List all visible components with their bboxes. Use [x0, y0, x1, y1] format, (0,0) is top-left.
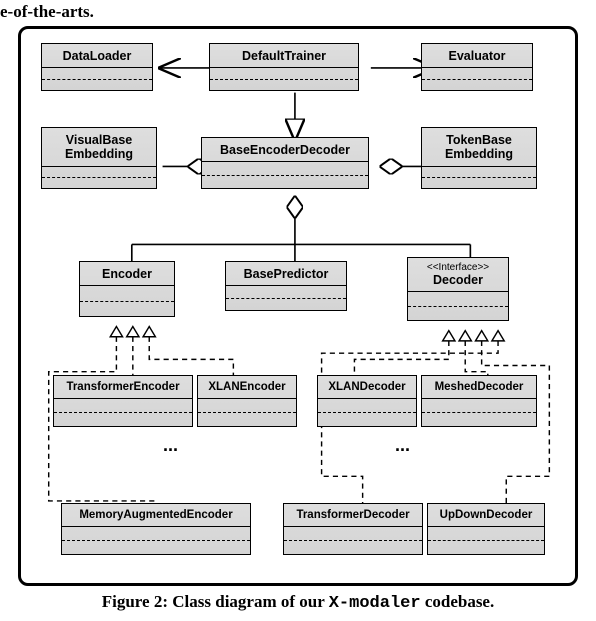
compartment: [428, 541, 544, 554]
class-dataloader: DataLoader: [41, 43, 153, 91]
class-transformerdecoder: TransformerDecoder: [283, 503, 423, 555]
compartment: [42, 68, 152, 79]
class-title: TokenBase Embedding: [422, 128, 536, 167]
caption-suffix: codebase.: [421, 592, 495, 611]
compartment: [284, 527, 422, 541]
compartment: [42, 167, 156, 178]
compartment: [42, 80, 152, 90]
class-title: Evaluator: [422, 44, 532, 68]
class-title: MeshedDecoder: [422, 376, 536, 399]
compartment: [202, 176, 368, 188]
compartment: [422, 80, 532, 90]
stereotype-label: <<Interface>>: [414, 263, 502, 273]
compartment: [226, 286, 346, 298]
class-baseencoderdecoder: BaseEncoderDecoder: [201, 137, 369, 189]
class-title: MemoryAugmentedEncoder: [62, 504, 250, 527]
class-title: DefaultTrainer: [210, 44, 358, 68]
compartment: [428, 527, 544, 541]
compartment: [202, 162, 368, 175]
class-evaluator: Evaluator: [421, 43, 533, 91]
diagram-frame: DataLoader DefaultTrainer Evaluator Visu…: [18, 26, 578, 586]
compartment: [198, 413, 296, 426]
compartment: [422, 167, 536, 178]
compartment: [318, 399, 416, 413]
class-encoder: Encoder: [79, 261, 175, 317]
compartment: [422, 178, 536, 188]
class-title: BasePredictor: [226, 262, 346, 286]
compartment: [422, 68, 532, 79]
class-title: XLANEncoder: [198, 376, 296, 399]
class-visualbaseembedding: VisualBase Embedding: [41, 127, 157, 189]
class-defaulttrainer: DefaultTrainer: [209, 43, 359, 91]
class-title: VisualBase Embedding: [42, 128, 156, 167]
compartment: [284, 541, 422, 554]
class-decoder: <<Interface>> Decoder: [407, 257, 509, 321]
compartment: [80, 286, 174, 301]
class-title: UpDownDecoder: [428, 504, 544, 527]
compartment: [408, 292, 508, 306]
class-memoryaugmentedencoder: MemoryAugmentedEncoder: [61, 503, 251, 555]
ellipsis-right: ...: [395, 435, 410, 456]
compartment: [42, 178, 156, 188]
compartment: [198, 399, 296, 413]
caption-prefix: Figure 2: Class diagram of our: [102, 592, 329, 611]
class-title: TransformerDecoder: [284, 504, 422, 527]
compartment: [210, 68, 358, 79]
class-title: Encoder: [80, 262, 174, 286]
caption-code: X-modaler: [329, 594, 421, 613]
compartment: [210, 80, 358, 90]
compartment: [422, 413, 536, 426]
class-updowndecoder: UpDownDecoder: [427, 503, 545, 555]
class-title: DataLoader: [42, 44, 152, 68]
compartment: [54, 399, 192, 413]
class-xlandecoder: XLANDecoder: [317, 375, 417, 427]
class-title: TransformerEncoder: [54, 376, 192, 399]
ellipsis-left: ...: [163, 435, 178, 456]
decoder-name: Decoder: [433, 273, 483, 287]
class-title: XLANDecoder: [318, 376, 416, 399]
compartment: [318, 413, 416, 426]
compartment: [422, 399, 536, 413]
class-basepredictor: BasePredictor: [225, 261, 347, 311]
class-mesheddecoder: MeshedDecoder: [421, 375, 537, 427]
class-xlanencoder: XLANEncoder: [197, 375, 297, 427]
partial-top-text: e-of-the-arts.: [0, 0, 596, 26]
class-title: <<Interface>> Decoder: [408, 258, 508, 292]
figure-caption: Figure 2: Class diagram of our X-modaler…: [0, 590, 596, 621]
compartment: [62, 527, 250, 541]
compartment: [408, 307, 508, 320]
compartment: [62, 541, 250, 554]
compartment: [226, 299, 346, 310]
class-title: BaseEncoderDecoder: [202, 138, 368, 162]
compartment: [54, 413, 192, 426]
class-tokenbaseembedding: TokenBase Embedding: [421, 127, 537, 189]
compartment: [80, 302, 174, 316]
class-transformerencoder: TransformerEncoder: [53, 375, 193, 427]
